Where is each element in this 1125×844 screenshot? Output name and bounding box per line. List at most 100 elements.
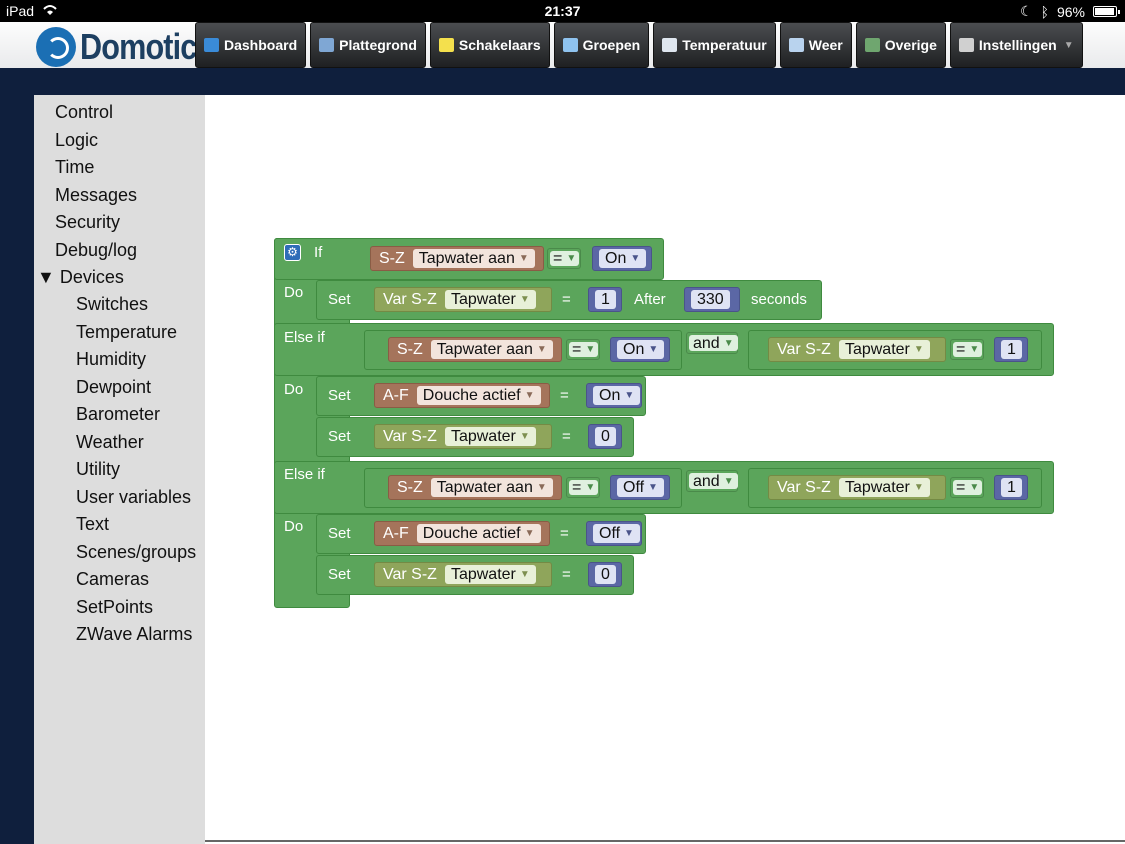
state-dropdown[interactable]: Off ▼	[593, 524, 640, 543]
lightbulb-icon	[438, 38, 454, 52]
state-block-off-1[interactable]: Off ▼	[610, 475, 670, 500]
logic-operator-and-2[interactable]: and ▼	[686, 470, 738, 492]
state-value: On	[623, 341, 645, 358]
device-dropdown[interactable]: Tapwater aan ▼	[430, 340, 553, 359]
nav-label: Schakelaars	[458, 37, 541, 53]
blockly-toolbox: Control Logic Time Messages Security Deb…	[34, 95, 205, 844]
nav-weer[interactable]: Weer	[779, 22, 852, 68]
and-field: and ▼	[689, 472, 738, 490]
toolbox-device-setpoints[interactable]: SetPoints	[76, 597, 153, 618]
operator-eq: =	[956, 479, 966, 496]
number-block-delay[interactable]: 330	[684, 287, 740, 312]
toolbox-device-humidity[interactable]: Humidity	[76, 349, 146, 370]
compare-operator-3[interactable]: = ▼	[950, 339, 984, 360]
state-block-on-3[interactable]: On ▼	[586, 383, 642, 408]
var-sz-label: Var S-Z	[383, 565, 437, 583]
variable-dropdown[interactable]: Tapwater ▼	[444, 290, 536, 309]
number-value[interactable]: 1	[595, 290, 616, 309]
nav-temperatuur[interactable]: Temperatuur	[653, 22, 776, 68]
device-dropdown[interactable]: Tapwater aan ▼	[412, 249, 535, 268]
gear-icon[interactable]: ⚙	[284, 244, 301, 261]
toolbox-debug-log[interactable]: Debug/log	[55, 240, 137, 261]
variable-dropdown[interactable]: Tapwater ▼	[444, 427, 536, 446]
switch-block-douche-2[interactable]: A-F Douche actief ▼	[374, 521, 550, 546]
switch-block-douche-1[interactable]: A-F Douche actief ▼	[374, 383, 550, 408]
state-dropdown[interactable]: Off ▼	[617, 478, 664, 497]
number-block-3[interactable]: 0	[588, 424, 622, 449]
state-dropdown[interactable]: On ▼	[599, 249, 647, 268]
number-block-5[interactable]: 0	[588, 562, 622, 587]
and-label: and	[693, 472, 720, 490]
state-dropdown[interactable]: On ▼	[593, 386, 641, 405]
number-block-2[interactable]: 1	[994, 337, 1028, 362]
var-sz-label: Var S-Z	[383, 290, 437, 308]
nav-schakelaars[interactable]: Schakelaars	[429, 22, 550, 68]
toolbox-device-scenes-groups[interactable]: Scenes/groups	[76, 542, 196, 563]
switch-block-tapwater-aan-3[interactable]: S-Z Tapwater aan ▼	[388, 475, 562, 500]
operator-field: = ▼	[953, 341, 983, 358]
dropdown-arrow-icon: ▼	[524, 528, 535, 539]
toolbox-device-utility[interactable]: Utility	[76, 459, 120, 480]
device-dropdown[interactable]: Tapwater aan ▼	[430, 478, 553, 497]
toolbox-device-weather[interactable]: Weather	[76, 432, 144, 453]
state-block-off-2[interactable]: Off ▼	[586, 521, 642, 546]
number-value[interactable]: 0	[595, 565, 616, 584]
variable-dropdown[interactable]: Tapwater ▼	[838, 478, 930, 497]
switch-block-tapwater-aan-1[interactable]: S-Z Tapwater aan ▼	[370, 246, 544, 271]
device-dropdown[interactable]: Douche actief ▼	[416, 524, 541, 543]
toolbox-device-text[interactable]: Text	[76, 514, 109, 535]
number-value[interactable]: 0	[595, 427, 616, 446]
toolbox-time[interactable]: Time	[55, 157, 94, 178]
variable-block-tapwater-1[interactable]: Var S-Z Tapwater ▼	[374, 287, 552, 312]
toolbox-logic[interactable]: Logic	[55, 130, 98, 151]
toolbox-device-barometer[interactable]: Barometer	[76, 404, 160, 425]
nav-instellingen[interactable]: Instellingen ▼	[949, 22, 1083, 68]
logo[interactable]: Domoticz	[36, 26, 200, 68]
set-label-5: Set	[328, 566, 351, 583]
state-value: On	[599, 387, 621, 404]
toolbox-device-user-variables[interactable]: User variables	[76, 487, 191, 508]
toolbox-devices[interactable]: ▼ Devices	[37, 267, 124, 288]
state-block-on-2[interactable]: On ▼	[610, 337, 670, 362]
device-name: Douche actief	[422, 525, 521, 542]
number-block-1[interactable]: 1	[588, 287, 622, 312]
set-label-1: Set	[328, 291, 351, 308]
variable-block-tapwater-2[interactable]: Var S-Z Tapwater ▼	[768, 337, 946, 362]
compare-operator-5[interactable]: = ▼	[950, 477, 984, 498]
variable-block-tapwater-5[interactable]: Var S-Z Tapwater ▼	[374, 562, 552, 587]
toolbox-device-temperature[interactable]: Temperature	[76, 322, 177, 343]
device-dropdown[interactable]: Douche actief ▼	[416, 386, 541, 405]
state-dropdown[interactable]: On ▼	[617, 340, 665, 359]
toolbox-messages[interactable]: Messages	[55, 185, 137, 206]
toolbox-device-cameras[interactable]: Cameras	[76, 569, 149, 590]
toolbox-control[interactable]: Control	[55, 102, 113, 123]
toolbox-device-dewpoint[interactable]: Dewpoint	[76, 377, 151, 398]
af-label: A-F	[383, 386, 409, 404]
variable-block-tapwater-3[interactable]: Var S-Z Tapwater ▼	[374, 424, 552, 449]
toolbox-device-zwave-alarms[interactable]: ZWave Alarms	[76, 624, 192, 645]
nav-dashboard[interactable]: Dashboard	[195, 22, 307, 68]
dropdown-arrow-icon: ▼	[913, 344, 924, 355]
logic-operator-and-1[interactable]: and ▼	[686, 332, 738, 354]
number-value[interactable]: 1	[1001, 340, 1022, 359]
switch-block-tapwater-aan-2[interactable]: S-Z Tapwater aan ▼	[388, 337, 562, 362]
variable-dropdown[interactable]: Tapwater ▼	[838, 340, 930, 359]
variable-block-tapwater-4[interactable]: Var S-Z Tapwater ▼	[768, 475, 946, 500]
domoticz-logo-icon	[36, 27, 76, 67]
state-block-on-1[interactable]: On ▼	[592, 246, 652, 271]
nav-plattegrond[interactable]: Plattegrond	[310, 22, 426, 68]
number-value[interactable]: 1	[1001, 478, 1022, 497]
delay-value[interactable]: 330	[691, 290, 730, 309]
toolbox-device-switches[interactable]: Switches	[76, 294, 148, 315]
tools-icon	[958, 38, 974, 52]
compare-operator-4[interactable]: = ▼	[566, 477, 600, 498]
number-block-4[interactable]: 1	[994, 475, 1028, 500]
variable-dropdown[interactable]: Tapwater ▼	[444, 565, 536, 584]
toolbox-security[interactable]: Security	[55, 212, 120, 233]
nav-overige[interactable]: Overige	[855, 22, 946, 68]
compare-operator-1[interactable]: = ▼	[547, 248, 581, 269]
chevron-down-icon: ▼	[1063, 39, 1074, 51]
compare-operator-2[interactable]: = ▼	[566, 339, 600, 360]
nav-groepen[interactable]: Groepen	[553, 22, 650, 68]
operator-eq: =	[572, 341, 582, 358]
